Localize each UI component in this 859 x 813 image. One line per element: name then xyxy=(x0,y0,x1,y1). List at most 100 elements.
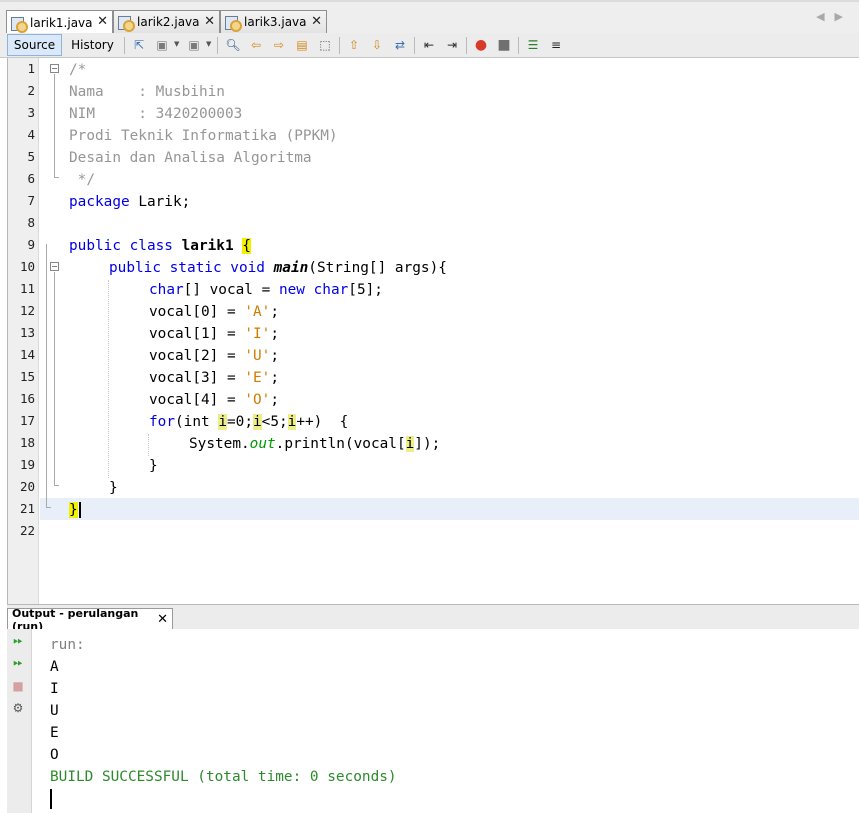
code-text: vocal[3] = xyxy=(149,370,245,386)
previous-bookmark-icon[interactable]: ⇧ xyxy=(346,37,362,53)
shift-left-icon[interactable]: ⇤ xyxy=(421,37,437,53)
toggle-highlight-icon[interactable]: ⬚ xyxy=(317,37,333,53)
code-text: ; xyxy=(270,326,279,342)
output-toolbar: ⏩︎ ⏩︎ ■ ⚙ xyxy=(7,629,32,813)
close-icon[interactable]: ✕ xyxy=(97,14,108,29)
uncomment-icon[interactable]: ≡ xyxy=(548,37,564,53)
chevron-down-icon[interactable]: ▼ xyxy=(206,40,211,48)
variable-occurrence: i xyxy=(218,414,227,430)
stop-macro-icon[interactable]: ■ xyxy=(496,37,512,53)
keyword: public class xyxy=(69,238,173,254)
code-line-13: vocal[1] = 'I'; xyxy=(149,323,279,345)
code-text: Larik; xyxy=(129,194,191,210)
code-text: vocal[2] = xyxy=(149,348,245,364)
output-line: run: xyxy=(50,637,85,653)
char-literal: 'E' xyxy=(244,370,271,386)
keyword: public static void xyxy=(109,260,265,276)
code-editor[interactable]: 1 2 3 4 5 6 7 8 9 10 11 12 13 14 15 16 1… xyxy=(7,58,859,604)
stop-icon[interactable]: ■ xyxy=(10,678,26,694)
code-text: vocal[0] = xyxy=(149,304,245,320)
line-number: 9 xyxy=(27,237,35,252)
close-icon[interactable]: ✕ xyxy=(204,14,215,29)
fold-toggle[interactable]: − xyxy=(50,64,59,73)
shift-right-icon[interactable]: ⇥ xyxy=(444,37,460,53)
java-file-icon xyxy=(117,15,135,32)
find-previous-icon[interactable]: ⇦ xyxy=(248,37,264,53)
code-line-7: package Larik; xyxy=(69,191,190,213)
settings-icon[interactable]: ⚙ xyxy=(10,700,26,716)
code-line-16: vocal[4] = 'O'; xyxy=(149,389,279,411)
build-status: BUILD SUCCESSFUL (total time: 0 seconds) xyxy=(50,769,397,785)
toolbar-separator xyxy=(124,37,125,54)
rerun-with-params-icon[interactable]: ⏩︎ xyxy=(10,654,26,670)
line-number: 4 xyxy=(27,127,35,142)
tab-larik3[interactable]: larik3.java ✕ xyxy=(220,10,327,33)
line-number: 14 xyxy=(19,347,35,362)
code-line-3: NIM : 3420200003 xyxy=(69,106,243,122)
line-number: 19 xyxy=(19,457,35,472)
fold-guide xyxy=(46,244,47,508)
rerun-icon[interactable]: ⏩︎ xyxy=(10,632,26,648)
back-icon[interactable]: ▣ xyxy=(154,37,170,53)
keyword: char xyxy=(149,282,184,298)
tab-larik1[interactable]: larik1.java ✕ xyxy=(6,10,113,34)
forward-icon[interactable]: ▣ xyxy=(186,37,202,53)
output-console[interactable]: run: A I U E O BUILD SUCCESSFUL (total t… xyxy=(50,634,397,810)
tab-scroll-arrows-icon[interactable]: ◀▶ xyxy=(816,10,853,23)
line-number: 2 xyxy=(27,83,35,98)
matched-brace: } xyxy=(69,502,78,518)
code-line-4: Prodi Teknik Informatika (PPKM) xyxy=(69,128,338,144)
tab-larik2[interactable]: larik2.java ✕ xyxy=(113,10,220,33)
close-icon[interactable]: ✕ xyxy=(311,14,322,29)
chevron-down-icon[interactable]: ▼ xyxy=(174,40,179,48)
code-text: .println(vocal[ xyxy=(275,436,406,452)
history-button[interactable]: History xyxy=(65,34,120,56)
find-selection-icon[interactable]: ▤ xyxy=(294,37,310,53)
find-next-icon[interactable]: ⇨ xyxy=(271,37,287,53)
code-text: ; xyxy=(270,370,279,386)
tab-output[interactable]: Output - perulangan (run) ✕ xyxy=(7,607,173,633)
code-line-2: Nama : Musbihin xyxy=(69,84,225,100)
tab-label: larik1.java xyxy=(30,15,93,30)
code-line-11: char[] vocal = new char[5]; xyxy=(149,279,383,301)
toolbar-separator xyxy=(217,37,218,54)
code-line-19: } xyxy=(149,458,158,474)
code-text: vocal[1] = xyxy=(149,326,245,342)
fold-toggle[interactable]: − xyxy=(50,262,59,271)
toolbar-separator xyxy=(339,37,340,54)
code-text: vocal[4] = xyxy=(149,392,245,408)
code-text: [] vocal = xyxy=(183,282,279,298)
output-panel-header: Output - perulangan (run) ✕ xyxy=(7,604,859,633)
variable-occurrence: i xyxy=(253,414,262,430)
line-number: 12 xyxy=(19,303,35,318)
code-line-17: for(int i=0;i<5;i++) { xyxy=(149,411,348,433)
indent-guide xyxy=(108,280,109,478)
comment-icon[interactable]: ☰ xyxy=(525,37,541,53)
code-line-20: } xyxy=(109,480,118,496)
code-line-18: System.out.println(vocal[i]); xyxy=(189,433,440,455)
matched-brace: { xyxy=(242,238,251,254)
source-button[interactable]: Source xyxy=(7,34,62,56)
output-panel[interactable]: ⏩︎ ⏩︎ ■ ⚙ run: A I U E O BUILD SUCCESSFU… xyxy=(7,629,859,813)
toolbar-separator xyxy=(518,37,519,54)
last-edit-icon[interactable]: ⇱ xyxy=(131,37,147,53)
char-literal: 'I' xyxy=(244,326,271,342)
fold-guide xyxy=(54,485,59,486)
text-caret xyxy=(50,789,52,809)
line-number: 21 xyxy=(19,501,35,516)
next-bookmark-icon[interactable]: ⇩ xyxy=(369,37,385,53)
java-file-icon xyxy=(224,15,242,32)
close-icon[interactable]: ✕ xyxy=(157,612,168,627)
char-literal: 'A' xyxy=(244,304,271,320)
code-line-12: vocal[0] = 'A'; xyxy=(149,301,279,323)
code-text: ; xyxy=(270,392,279,408)
line-number: 20 xyxy=(19,479,35,494)
output-caret-line xyxy=(50,788,397,810)
toggle-bookmark-icon[interactable]: ⇄ xyxy=(392,37,408,53)
start-macro-icon[interactable]: ● xyxy=(473,37,489,53)
find-icon[interactable]: 🔍︎ xyxy=(225,37,241,53)
code-text: ++) { xyxy=(296,414,349,430)
tab-label: larik2.java xyxy=(137,15,200,29)
code-text: ]); xyxy=(414,436,441,452)
line-number: 16 xyxy=(19,391,35,406)
